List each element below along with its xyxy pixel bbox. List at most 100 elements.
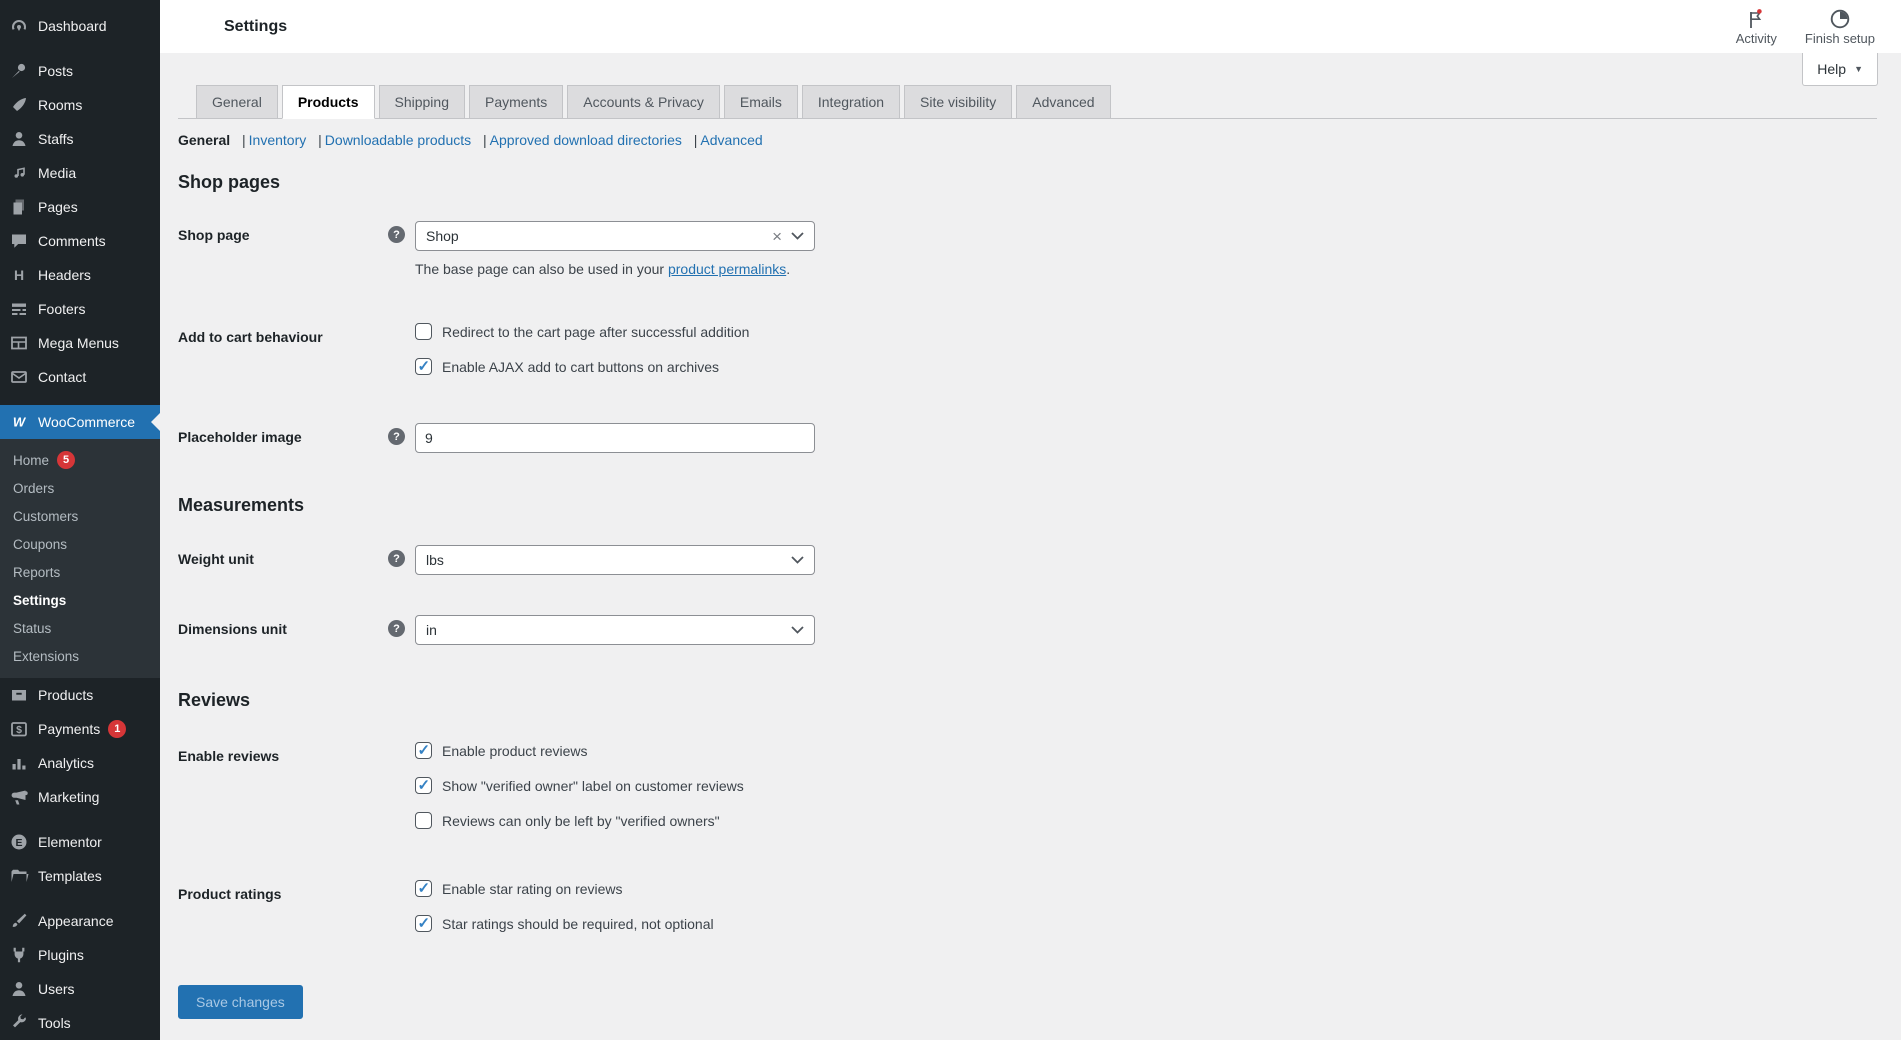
subnav-item-general: General: [178, 132, 231, 148]
tab-products[interactable]: Products: [281, 85, 375, 119]
redirect-cart-checkbox[interactable]: [415, 323, 432, 340]
sidebar-item-plugins[interactable]: Plugins: [0, 938, 160, 972]
sidebar-item-woocommerce[interactable]: W WooCommerce: [0, 405, 160, 439]
dashboard-icon: [9, 16, 29, 36]
dimensions-unit-select[interactable]: in: [415, 615, 815, 645]
sidebar-item-elementor[interactable]: E Elementor: [0, 825, 160, 859]
sidebar-item-headers[interactable]: H Headers: [0, 258, 160, 292]
chevron-down-icon: [791, 232, 804, 240]
sidebar-subitem-home[interactable]: Home 5: [0, 446, 160, 474]
sidebar-separator: [0, 394, 160, 405]
save-changes-button[interactable]: Save changes: [178, 985, 303, 1019]
sidebar-item-footers[interactable]: Footers: [0, 292, 160, 326]
person-icon: [9, 129, 29, 149]
sidebar-subitem-coupons[interactable]: Coupons: [0, 530, 160, 558]
sidebar-item-analytics[interactable]: Analytics: [0, 746, 160, 780]
help-tip-icon[interactable]: ?: [388, 620, 405, 637]
carrot-icon: [9, 95, 29, 115]
tab-accounts-privacy[interactable]: Accounts & Privacy: [567, 85, 720, 118]
sidebar-subitem-settings[interactable]: Settings: [0, 586, 160, 614]
finish-setup-button[interactable]: Finish setup: [1805, 8, 1875, 46]
sidebar-item-media[interactable]: Media: [0, 156, 160, 190]
clear-selection-icon[interactable]: ×: [772, 228, 782, 245]
wordpress-admin-page: Dashboard Posts Rooms Staffs Media Pages…: [0, 0, 1901, 1040]
help-tip-icon[interactable]: ?: [388, 550, 405, 567]
checkbox-option-ajax-add-to-cart[interactable]: Enable AJAX add to cart buttons on archi…: [415, 357, 749, 375]
tab-integration[interactable]: Integration: [801, 85, 901, 118]
sidebar-item-appearance[interactable]: Appearance: [0, 904, 160, 938]
sidebar-item-label: Rooms: [38, 97, 83, 113]
tab-advanced[interactable]: Advanced: [1016, 85, 1111, 118]
sidebar-item-comments[interactable]: Comments: [0, 224, 160, 258]
finish-setup-label: Finish setup: [1804, 30, 1875, 46]
svg-text:$: $: [16, 724, 22, 736]
bar-chart-icon: [9, 753, 29, 773]
weight-unit-select[interactable]: lbs: [415, 545, 815, 575]
sidebar-subitem-extensions[interactable]: Extensions: [0, 642, 160, 670]
checkbox-option-verified-owners-only[interactable]: Reviews can only be left by "verified ow…: [415, 812, 744, 829]
tab-emails[interactable]: Emails: [723, 85, 798, 118]
help-tip-icon[interactable]: ?: [388, 428, 405, 445]
sidebar-subitem-orders[interactable]: Orders: [0, 474, 160, 502]
checkbox-option-enable-product-reviews[interactable]: Enable product reviews: [415, 741, 744, 759]
sidebar-item-posts[interactable]: Posts: [0, 54, 160, 88]
sidebar-item-label: Media: [38, 165, 77, 181]
svg-text:E: E: [15, 837, 22, 849]
brush-icon: [9, 911, 29, 931]
sidebar-item-pages[interactable]: Pages: [0, 190, 160, 224]
setting-row-shop-page: Shop page ? Shop × The base page can als…: [178, 221, 1877, 277]
sidebar-item-products[interactable]: Products: [0, 678, 160, 712]
star-ratings-required-checkbox[interactable]: [415, 914, 432, 932]
subnav-item-advanced[interactable]: Advanced: [700, 132, 762, 148]
svg-text:W: W: [13, 415, 27, 430]
enable-product-reviews-checkbox[interactable]: [415, 741, 432, 759]
section-heading-shop-pages: Shop pages: [178, 172, 281, 192]
sidebar-item-staffs[interactable]: Staffs: [0, 122, 160, 156]
sidebar-item-dashboard[interactable]: Dashboard: [0, 9, 160, 43]
subnav-item-approved-download-directories[interactable]: Approved download directories: [490, 132, 682, 148]
checkbox-option-redirect-cart[interactable]: Redirect to the cart page after successf…: [415, 323, 749, 340]
footer-lines-icon: [9, 299, 29, 319]
sidebar-item-marketing[interactable]: Marketing: [0, 780, 160, 814]
tab-general[interactable]: General: [196, 85, 278, 118]
sidebar-item-payments[interactable]: $ Payments 1: [0, 712, 160, 746]
enable-star-rating-checkbox[interactable]: [415, 879, 432, 897]
tab-shipping[interactable]: Shipping: [378, 85, 465, 118]
setting-label: Shop page: [178, 227, 250, 243]
shop-page-select[interactable]: Shop ×: [415, 221, 815, 251]
sidebar-subitem-customers[interactable]: Customers: [0, 502, 160, 530]
checkbox-option-enable-star-rating[interactable]: Enable star rating on reviews: [415, 879, 714, 897]
subnav-item-downloadable-products[interactable]: Downloadable products: [325, 132, 471, 148]
dimensions-unit-select-value: in: [426, 622, 437, 638]
sidebar-item-label: Products: [38, 687, 94, 703]
sidebar-item-contact[interactable]: Contact: [0, 360, 160, 394]
activity-button[interactable]: Activity: [1736, 8, 1777, 46]
sidebar-item-label: Tools: [38, 1015, 71, 1031]
setting-row-weight-unit: Weight unit ? lbs: [178, 545, 1877, 575]
checkbox-option-star-ratings-required[interactable]: Star ratings should be required, not opt…: [415, 914, 714, 932]
sidebar-item-tools[interactable]: Tools: [0, 1006, 160, 1040]
person-icon: [9, 979, 29, 999]
setting-label: Dimensions unit: [178, 621, 287, 637]
tab-payments[interactable]: Payments: [469, 85, 564, 118]
megaphone-icon: [9, 787, 29, 807]
plug-icon: [9, 945, 29, 965]
sidebar-item-rooms[interactable]: Rooms: [0, 88, 160, 122]
sidebar-subitem-status[interactable]: Status: [0, 614, 160, 642]
help-tip-icon[interactable]: ?: [388, 226, 405, 243]
checkbox-option-verified-owner-label[interactable]: Show "verified owner" label on customer …: [415, 776, 744, 794]
activity-flag-icon: [1750, 8, 1763, 28]
help-dropdown-button[interactable]: Help ▼: [1802, 53, 1878, 86]
verified-owner-label-checkbox[interactable]: [415, 776, 432, 794]
ajax-add-to-cart-checkbox[interactable]: [415, 357, 432, 375]
sidebar-item-mega-menus[interactable]: Mega Menus: [0, 326, 160, 360]
tab-site-visibility[interactable]: Site visibility: [904, 85, 1013, 118]
product-permalinks-link[interactable]: product permalinks: [668, 261, 786, 277]
placeholder-image-input[interactable]: [415, 423, 815, 453]
sidebar-item-users[interactable]: Users: [0, 972, 160, 1006]
sidebar-item-label: Footers: [38, 301, 86, 317]
sidebar-subitem-reports[interactable]: Reports: [0, 558, 160, 586]
sidebar-item-templates[interactable]: Templates: [0, 859, 160, 893]
verified-owners-only-checkbox[interactable]: [415, 812, 432, 829]
subnav-item-inventory[interactable]: Inventory: [249, 132, 307, 148]
